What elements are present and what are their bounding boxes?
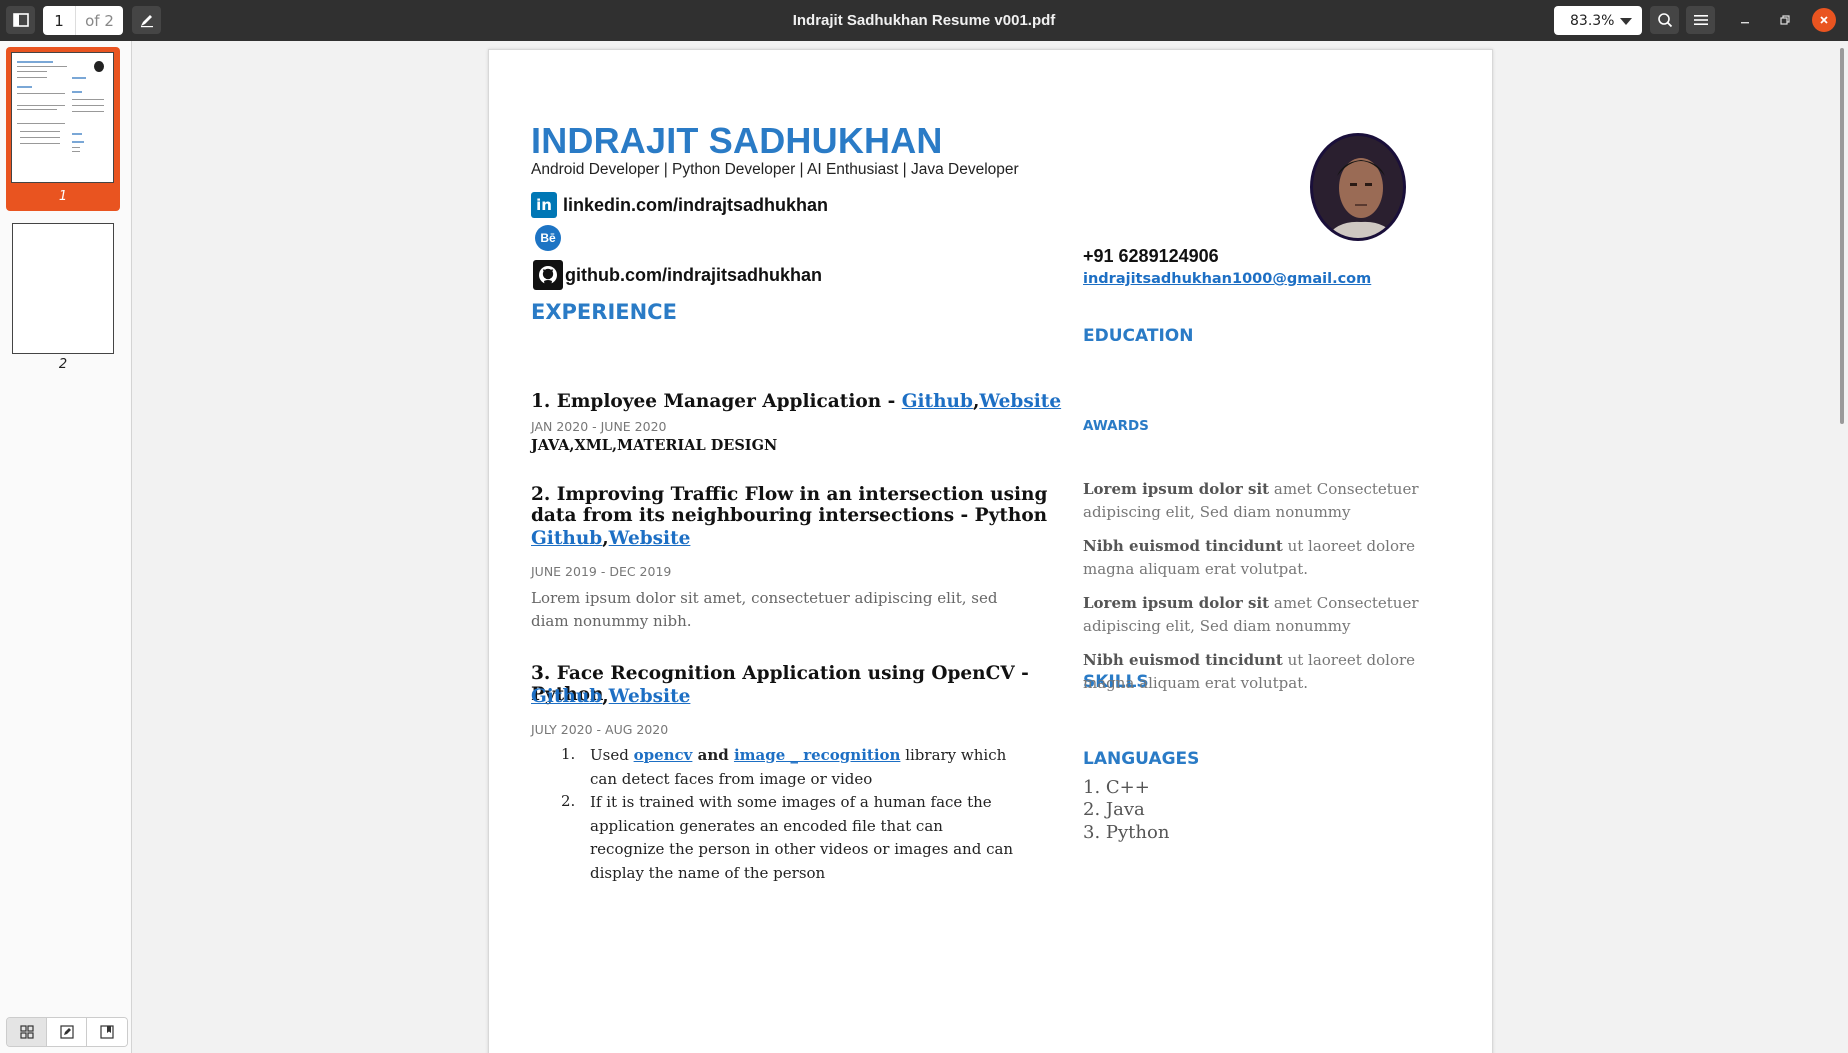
phone-number: +91 6289124906 xyxy=(1083,246,1219,266)
thumbnail-label: 1 xyxy=(58,189,68,204)
job-3-github-link[interactable]: Github xyxy=(531,686,602,707)
zoom-dropdown[interactable]: 83.3% xyxy=(1554,6,1642,35)
menu-button[interactable] xyxy=(1686,6,1715,34)
image-recognition-link[interactable]: image _ recognition xyxy=(734,746,900,764)
thumbnails-view-button[interactable] xyxy=(7,1018,47,1046)
list-item-number: 2. xyxy=(561,792,576,810)
education-heading: EDUCATION xyxy=(1083,326,1194,346)
behance-icon: Bē xyxy=(535,225,561,251)
job-2-title: 2. Improving Traffic Flow in an intersec… xyxy=(531,484,1048,526)
bookmarks-view-button[interactable] xyxy=(87,1018,127,1046)
grid-icon xyxy=(19,1025,34,1039)
languages-heading: LANGUAGES xyxy=(1083,749,1200,769)
list-item: If it is trained with some images of a h… xyxy=(590,793,1014,882)
list-item-number: 1. xyxy=(561,745,576,763)
language-item: 2. Java xyxy=(1083,799,1145,820)
list-item: Used opencv and image _ recognition libr… xyxy=(590,746,1007,788)
behance-row: Bē xyxy=(535,225,561,251)
linkedin-row: in linkedin.com/indrajtsadhukhan xyxy=(531,192,828,218)
resume-tagline: Android Developer | Python Developer | A… xyxy=(531,161,1019,178)
sidebar-toggle-icon xyxy=(12,13,29,27)
profile-photo xyxy=(1310,133,1406,241)
zoom-value: 83.3% xyxy=(1570,12,1615,29)
bookmark-icon xyxy=(100,1025,114,1039)
github-icon xyxy=(533,260,563,290)
award-item: Nibh euismod tincidunt ut laoreet dolore… xyxy=(1083,651,1416,692)
page-number-input[interactable]: 1 xyxy=(43,6,75,35)
experience-heading: EXPERIENCE xyxy=(531,300,677,324)
close-icon xyxy=(1820,16,1828,24)
language-item: 1. C++ xyxy=(1083,777,1150,798)
job-3-date: JULY 2020 - AUG 2020 xyxy=(531,722,669,737)
thumbnail-label: 2 xyxy=(58,357,68,372)
sidebar-toggle-button[interactable] xyxy=(6,6,35,34)
search-icon xyxy=(1657,13,1672,28)
job-3-links: Github,Website xyxy=(531,686,691,707)
linkedin-icon: in xyxy=(531,192,557,218)
vertical-scrollbar[interactable] xyxy=(1840,48,1844,424)
job-1-date: JAN 2020 - JUNE 2020 xyxy=(531,419,667,434)
thumbnail-sidebar: 1 2 xyxy=(0,41,132,1053)
annotations-view-button[interactable] xyxy=(47,1018,87,1046)
header-bar: 1 of 2 Indrajit Sadhukhan Resume v001.pd… xyxy=(0,0,1848,41)
award-item: Nibh euismod tincidunt ut laoreet dolore… xyxy=(1083,537,1416,578)
job-1-tech: JAVA,XML,MATERIAL DESIGN xyxy=(531,437,778,454)
job-1-github-link[interactable]: Github xyxy=(902,391,973,412)
job-2-website-link[interactable]: Website xyxy=(609,528,691,549)
thumbnail-page-1[interactable]: 1 xyxy=(6,47,120,211)
thumbnail-page-2[interactable] xyxy=(12,223,114,354)
hamburger-menu-icon xyxy=(1693,15,1708,25)
restore-button[interactable] xyxy=(1773,8,1797,32)
resume-name: INDRAJIT SADHUKHAN xyxy=(531,120,943,161)
pdf-page: INDRAJIT SADHUKHAN Android Developer | P… xyxy=(488,49,1493,1053)
restore-icon xyxy=(1780,15,1790,25)
job-1-website-link[interactable]: Website xyxy=(979,391,1061,412)
job-3-website-link[interactable]: Website xyxy=(609,686,691,707)
annotate-icon xyxy=(140,15,153,28)
awards-heading: AWARDS xyxy=(1083,418,1149,434)
page-total-label: of 2 xyxy=(75,6,123,35)
award-item: Lorem ipsum dolor sit amet Consectetuer … xyxy=(1083,594,1419,635)
github-row: github.com/indrajitsadhukhan xyxy=(533,260,822,290)
github-text: github.com/indrajitsadhukhan xyxy=(565,264,823,285)
job-2-date: JUNE 2019 - DEC 2019 xyxy=(531,564,672,579)
chevron-down-icon xyxy=(1620,18,1632,25)
job-2-github-link[interactable]: Github xyxy=(531,528,602,549)
thumbnail-preview xyxy=(11,52,114,183)
email-link[interactable]: indrajitsadhukhan1000@gmail.com xyxy=(1083,271,1371,287)
close-button[interactable] xyxy=(1812,8,1836,32)
language-item: 3. Python xyxy=(1083,822,1170,843)
annotate-button[interactable] xyxy=(132,6,161,34)
award-item: Lorem ipsum dolor sit amet Consectetuer … xyxy=(1083,480,1419,521)
sidebar-view-switcher xyxy=(6,1017,128,1047)
minimize-button[interactable] xyxy=(1733,8,1757,32)
edit-icon xyxy=(59,1025,74,1039)
job-2-links: Github,Website xyxy=(531,528,691,549)
minimize-icon xyxy=(1741,22,1749,24)
job-2-description: Lorem ipsum dolor sit amet, consectetuer… xyxy=(531,589,998,630)
search-button[interactable] xyxy=(1650,6,1679,34)
job-1-title: 1. Employee Manager Application - Github… xyxy=(531,391,1062,412)
linkedin-text: linkedin.com/indrajtsadhukhan xyxy=(563,194,829,215)
opencv-link[interactable]: opencv xyxy=(634,746,693,764)
